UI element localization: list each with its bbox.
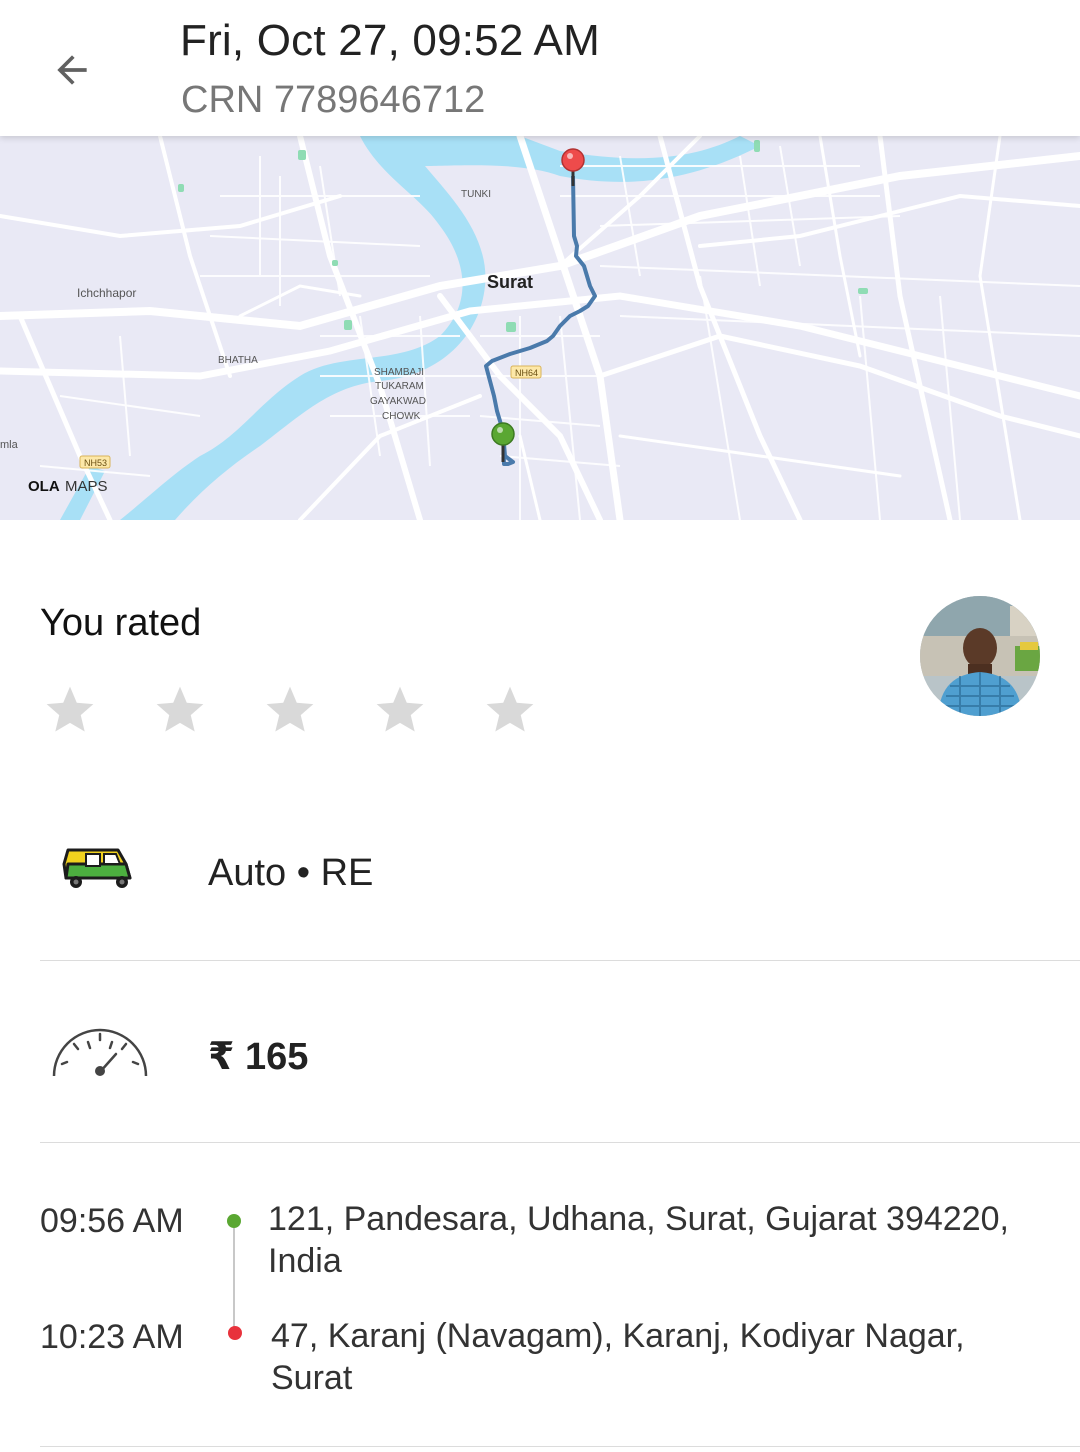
map-label-line2: TUKARAM <box>375 381 424 392</box>
rating-stars <box>40 680 590 740</box>
back-button[interactable] <box>40 38 104 102</box>
map-label-line3: GAYAKWAD <box>370 396 426 407</box>
vehicle-row: Auto • RE <box>0 800 1080 960</box>
star-icon-1[interactable] <box>40 680 100 740</box>
road-shield-nh64: NH64 <box>510 365 542 379</box>
drop-dot-icon <box>228 1326 242 1340</box>
map-brand-maps: MAPS <box>65 478 108 495</box>
driver-avatar <box>920 596 1040 716</box>
divider <box>40 960 1080 961</box>
drop-time: 10:23 AM <box>40 1318 184 1356</box>
crn-number: CRN 7789646712 <box>181 79 486 121</box>
road-shield-nh53: NH53 <box>79 455 111 469</box>
map-label-tunki: TUNKI <box>461 189 491 200</box>
svg-text:NH53: NH53 <box>84 458 107 468</box>
star-icon-4[interactable] <box>370 680 430 740</box>
map-label-bhatha: BHATHA <box>218 355 258 366</box>
map-label-line4: CHOWK <box>382 411 421 422</box>
svg-text:NH64: NH64 <box>515 368 538 378</box>
route-map[interactable]: TUNKI Surat Ichchhapor BHATHA SHAMBAJI T… <box>0 136 1080 520</box>
map-label-partial: mla <box>0 439 19 451</box>
fare-amount: ₹ 165 <box>208 1036 309 1078</box>
auto-rickshaw-icon <box>60 844 136 897</box>
star-icon-5[interactable] <box>480 680 540 740</box>
rating-label: You rated <box>40 602 202 644</box>
map-brand-ola: OLA <box>28 478 60 495</box>
map-label-surat: Surat <box>487 272 533 292</box>
star-icon-2[interactable] <box>150 680 210 740</box>
ride-category: Auto • RE <box>208 852 374 894</box>
divider <box>40 1142 1080 1143</box>
map-label-ichchhapor: Ichchhapor <box>77 286 136 300</box>
star-icon-3[interactable] <box>260 680 320 740</box>
map-label-line1: SHAMBAJI <box>374 367 424 378</box>
ride-datetime: Fri, Oct 27, 09:52 AM <box>180 16 600 65</box>
pickup-address: 121, Pandesara, Udhana, Surat, Gujarat 3… <box>268 1200 1009 1280</box>
header: Fri, Oct 27, 09:52 AM CRN 7789646712 <box>0 0 1080 136</box>
arrow-left-icon <box>57 55 87 85</box>
speedometer-icon <box>50 1020 150 1085</box>
drop-address: 47, Karanj (Navagam), Karanj, Kodiyar Na… <box>271 1317 965 1397</box>
pickup-dot-icon <box>227 1214 241 1228</box>
timeline-line <box>233 1228 235 1332</box>
pickup-time: 09:56 AM <box>40 1202 184 1240</box>
divider <box>40 1446 1080 1447</box>
